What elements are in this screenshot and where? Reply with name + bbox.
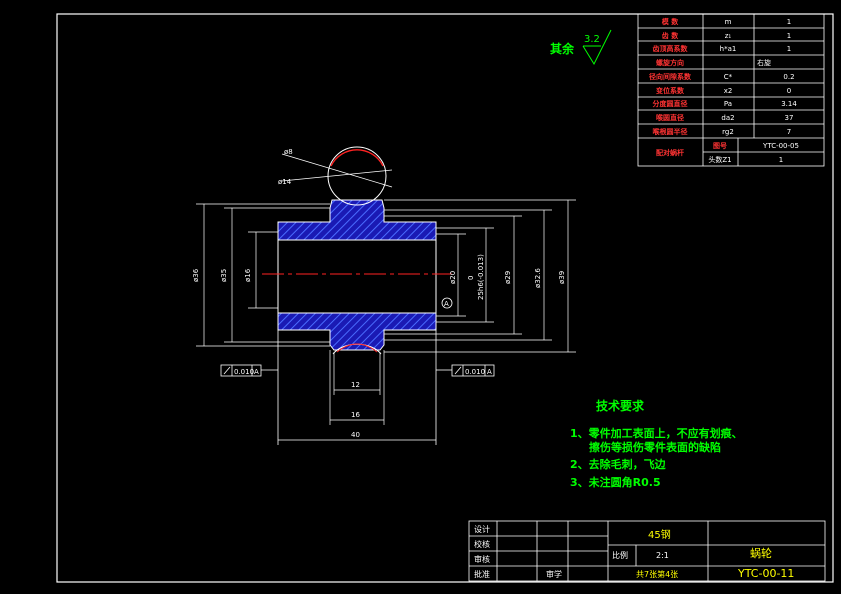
- tb-stage: 审学: [546, 569, 562, 579]
- drawing-canvas: 模 数 m 1 齿 数 z₁ 1 齿顶高系数 h*a1 1 螺旋方向 右旋 径向…: [56, 13, 834, 583]
- roughness-label: 其余: [550, 41, 575, 56]
- tb-design: 设计: [474, 524, 490, 534]
- tb-approve: 批准: [474, 569, 490, 579]
- param-name: 喉根圆半径: [653, 127, 688, 136]
- param-name: 齿 数: [662, 31, 679, 40]
- upper-section: [277, 199, 437, 241]
- tech-item: 3、未注圆角R0.5: [570, 475, 661, 489]
- dim-r8: ø8: [284, 148, 293, 156]
- tech-item: 2、去除毛刺，飞边: [570, 457, 667, 471]
- dim-d32-6: ø32.6: [534, 268, 542, 288]
- param-name: 变位系数: [656, 86, 685, 95]
- dim-d20: ø20: [449, 271, 457, 284]
- dim-d35: ø35: [220, 269, 228, 282]
- param-value: 0.2: [783, 73, 794, 81]
- param-name: 齿顶高系数: [653, 44, 689, 53]
- param-value: 1: [787, 18, 791, 26]
- param-value: 37: [785, 114, 794, 122]
- dim-d14: ø14: [278, 178, 292, 186]
- datum-label: A: [444, 300, 449, 308]
- tb-drawing-no: YTC-00-11: [737, 567, 794, 580]
- tech-title: 技术要求: [596, 398, 645, 413]
- tb-sheets: 共7张第4张: [636, 569, 678, 579]
- mating-row2-val: 1: [779, 156, 783, 164]
- param-symbol: h*a1: [720, 45, 737, 53]
- dim-d29: ø29: [504, 271, 512, 284]
- param-symbol: x2: [724, 87, 733, 95]
- tolerance-left-datum: A: [254, 368, 259, 376]
- tolerance-right-datum: A: [487, 368, 492, 376]
- param-table-text: 模 数 m 1 齿 数 z₁ 1 齿顶高系数 h*a1 1 螺旋方向 右旋 径向…: [649, 17, 799, 164]
- worm-circle: [327, 146, 387, 206]
- dim-len40: 40: [351, 431, 360, 439]
- mating-row1-key: 图号: [713, 141, 727, 150]
- param-symbol: z₁: [725, 32, 732, 40]
- param-symbol: Pa: [724, 100, 732, 108]
- tolerance-right-value: 0.010: [465, 368, 485, 376]
- param-name: 螺旋方向: [656, 58, 684, 67]
- dim-fit-upper: 0: [467, 276, 475, 280]
- param-symbol: da2: [721, 114, 734, 122]
- tb-check: 校核: [474, 539, 490, 549]
- roughness-value: 3.2: [584, 34, 600, 45]
- tech-requirements: 技术要求 1、零件加工表面上，不应有划痕、 擦伤等损伤零件表面的缺陷 2、去除毛…: [570, 398, 743, 489]
- dimension-texts: ø8 ø14 ø36 ø35 ø16 ø20 0 25h6(-0.013) ø2…: [192, 148, 566, 439]
- tb-part-name: 蜗轮: [750, 546, 772, 560]
- param-name: 模 数: [662, 17, 679, 26]
- param-symbol: rg2: [722, 128, 734, 136]
- param-value: 右旋: [757, 58, 771, 67]
- param-value: 3.14: [781, 100, 797, 108]
- dim-d36: ø36: [192, 268, 200, 282]
- mating-label: 配对蜗杆: [656, 148, 684, 157]
- dim-d39: ø39: [558, 271, 566, 284]
- datum-marker: A: [441, 297, 453, 309]
- param-value: 0: [787, 87, 791, 95]
- tb-material: 45钢: [648, 528, 671, 541]
- param-symbol: m: [725, 18, 732, 26]
- dim-len12: 12: [351, 381, 360, 389]
- param-value: 1: [787, 45, 791, 53]
- tb-scale: 2:1: [656, 551, 669, 560]
- tb-scale-label: 比例: [612, 550, 628, 560]
- dim-d16: ø16: [244, 268, 252, 282]
- roughness-symbol: 其余 3.2: [550, 29, 612, 66]
- tech-item: 擦伤等损伤零件表面的缺陷: [589, 440, 721, 454]
- param-value: 1: [787, 32, 791, 40]
- param-name: 分度圆直径: [653, 99, 688, 108]
- param-name: 径向间隙系数: [649, 72, 692, 81]
- dim-len16: 16: [351, 411, 360, 419]
- mating-row2-key: 头数Z1: [708, 155, 731, 164]
- tolerance-left-value: 0.010: [234, 368, 254, 376]
- worm-wheel-section: [262, 146, 452, 445]
- dim-fit: 25h6(-0.013): [477, 254, 485, 300]
- tb-review: 审核: [474, 554, 490, 564]
- title-block-text: 设计 校核 审核 批准 审学 45钢 比例 2:1 共7张第4张 蜗轮 YTC-…: [474, 524, 794, 580]
- bore: [277, 239, 437, 314]
- param-symbol: C*: [724, 73, 733, 81]
- param-name: 喉圆直径: [656, 113, 684, 122]
- param-value: 7: [787, 128, 791, 136]
- mating-row1-val: YTC-00-05: [762, 142, 799, 150]
- tech-item: 1、零件加工表面上，不应有划痕、: [570, 426, 743, 440]
